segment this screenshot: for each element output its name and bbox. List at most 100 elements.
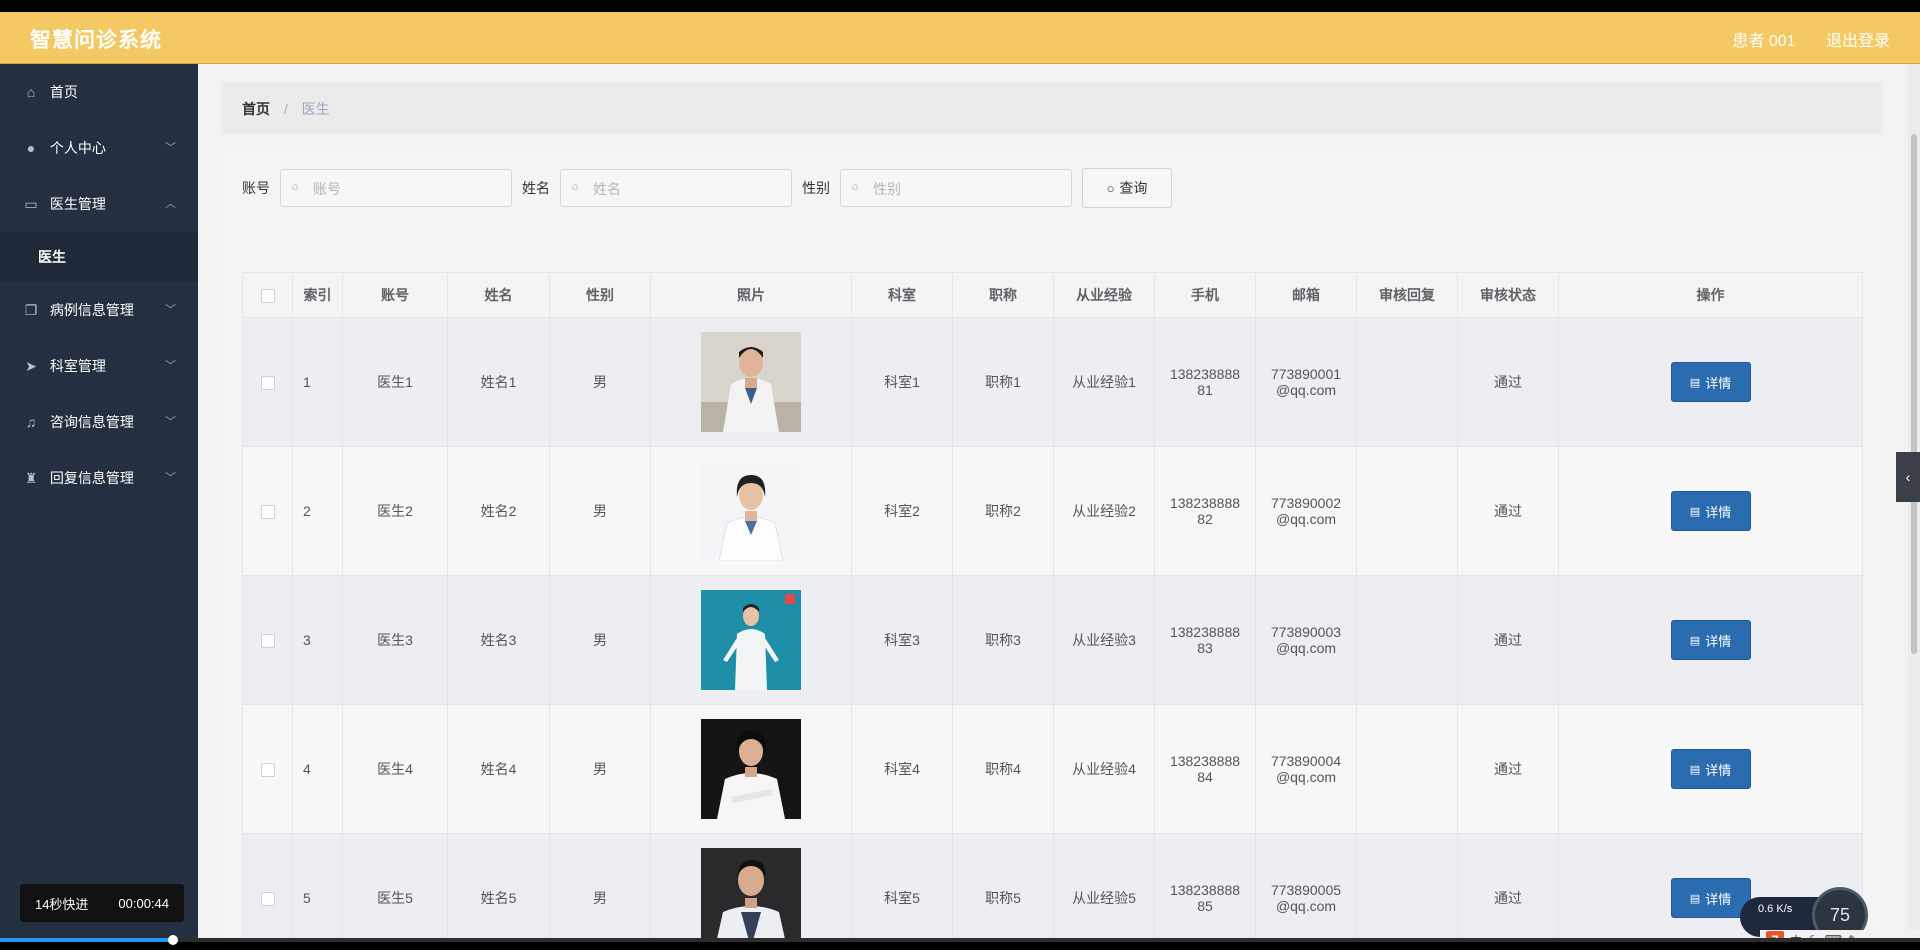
sidebar-item-label: 个人中心 [49, 140, 106, 156]
panel-toggle-button[interactable]: ‹ [1896, 452, 1920, 502]
select-all-checkbox[interactable] [260, 289, 275, 304]
select-all-header[interactable] [242, 272, 293, 318]
gender-input[interactable] [871, 170, 1065, 208]
account-field[interactable]: ○ [280, 169, 512, 208]
search-icon: ○ [1106, 180, 1115, 196]
doctor-photo [701, 719, 801, 819]
index-cell: 4 [292, 704, 343, 834]
sidebar-item-department[interactable]: ➤ 科室管理 ﹀ [0, 338, 198, 394]
search-icon: ○ [291, 179, 299, 194]
chevron-left-icon: ‹ [1905, 469, 1911, 485]
row-select-cell [242, 704, 293, 834]
email-line: 773890005 [1270, 882, 1342, 898]
detail-button[interactable]: ▤ 详情 [1670, 491, 1751, 531]
breadcrumb-bar: 首页 / 医生 [222, 82, 1882, 134]
row-checkbox[interactable] [260, 892, 275, 907]
sidebar-item-personal-center[interactable]: ● 个人中心 ﹀ [0, 120, 198, 176]
account-cell: 医生3 [342, 575, 448, 705]
column-header: 从业经验 [1053, 272, 1155, 318]
row-select-cell [242, 575, 293, 705]
detail-button[interactable]: ▤ 详情 [1670, 362, 1751, 402]
review-reply-cell [1356, 446, 1458, 576]
detail-button[interactable]: ▤ 详情 [1670, 878, 1751, 918]
column-header: 性别 [549, 272, 651, 318]
chevron-down-icon: ﹀ [165, 142, 176, 154]
email-line: @qq.com [1275, 769, 1337, 785]
name-cell: 姓名1 [447, 317, 550, 447]
review-reply-cell [1356, 704, 1458, 834]
content-panel: 账号 ○ 姓名 ○ 性别 ○ ○ 查询 [222, 148, 1882, 938]
video-progress-bar[interactable] [0, 935, 1920, 945]
search-form: 账号 ○ 姓名 ○ 性别 ○ ○ 查询 [242, 168, 1172, 208]
row-checkbox[interactable] [260, 505, 275, 520]
sidebar-item-doctor-management[interactable]: ▭ 医生管理 ︿ [0, 176, 198, 232]
row-checkbox[interactable] [260, 634, 275, 649]
chevron-down-icon: ﹀ [165, 416, 176, 428]
column-header: 手机 [1154, 272, 1256, 318]
action-cell: ▤ 详情 [1558, 704, 1863, 834]
email-cell: 773890005 @qq.com [1255, 833, 1357, 938]
current-user[interactable]: 患者 001 [1732, 33, 1795, 50]
name-field[interactable]: ○ [560, 169, 792, 208]
sidebar-subitem-doctor[interactable]: 医生 [0, 232, 198, 282]
sidebar-item-reply[interactable]: ♜ 回复信息管理 ﹀ [0, 450, 198, 506]
phone-cell: 138238888 85 [1154, 833, 1256, 938]
detail-button-label: 详情 [1705, 375, 1732, 391]
photo-cell [650, 575, 852, 705]
gender-cell: 男 [549, 833, 651, 938]
gender-cell: 男 [549, 575, 651, 705]
phone-line: 84 [1197, 769, 1213, 785]
main-content: 首页 / 医生 账号 ○ 姓名 ○ 性别 ○ [222, 64, 1882, 938]
doctor-photo [701, 848, 801, 938]
video-speed-badge: 14秒快进 00:00:44 [20, 884, 184, 922]
email-cell: 773890003 @qq.com [1255, 575, 1357, 705]
review-reply-cell [1356, 317, 1458, 447]
breadcrumb-home[interactable]: 首页 [242, 101, 270, 117]
name-cell: 姓名3 [447, 575, 550, 705]
email-line: @qq.com [1275, 511, 1337, 527]
network-speed-unit: K/s [1776, 903, 1793, 915]
sidebar-item-case-info[interactable]: ❐ 病例信息管理 ﹀ [0, 282, 198, 338]
title-cell: 职称4 [952, 704, 1054, 834]
row-checkbox[interactable] [260, 376, 275, 391]
email-line: 773890003 [1270, 624, 1342, 640]
gender-field[interactable]: ○ [840, 169, 1072, 208]
department-cell: 科室5 [851, 833, 953, 938]
review-reply-cell [1356, 575, 1458, 705]
chevron-down-icon: ﹀ [165, 304, 176, 316]
title-cell: 职称2 [952, 446, 1054, 576]
sidebar-item-label: 病例信息管理 [49, 302, 134, 318]
logout-link[interactable]: 退出登录 [1826, 33, 1890, 50]
video-progress-knob[interactable] [167, 935, 178, 945]
phone-cell: 138238888 83 [1154, 575, 1256, 705]
column-header: 账号 [342, 272, 448, 318]
doctor-photo [701, 332, 801, 432]
sidebar-item-consultation[interactable]: ♫ 咨询信息管理 ﹀ [0, 394, 198, 450]
name-cell: 姓名2 [447, 446, 550, 576]
name-input[interactable] [591, 170, 785, 208]
column-header: 审核状态 [1457, 272, 1559, 318]
review-status-cell: 通过 [1457, 446, 1559, 576]
document-icon: ▤ [1689, 763, 1701, 776]
account-input[interactable] [311, 170, 505, 208]
doctor-photo [701, 590, 801, 690]
account-label: 账号 [242, 180, 270, 196]
email-cell: 773890001 @qq.com [1255, 317, 1357, 447]
phone-cell: 138238888 82 [1154, 446, 1256, 576]
query-button[interactable]: ○ 查询 [1082, 168, 1172, 208]
chevron-down-icon: ﹀ [165, 472, 176, 484]
detail-button[interactable]: ▤ 详情 [1670, 749, 1751, 789]
photo-cell [650, 704, 852, 834]
sidebar-item-home[interactable]: ⌂ 首页 [0, 64, 198, 120]
table-row: 3 医生3 姓名3 男 科室3 职称3 从业经验3 138238888 83 7… [242, 575, 1863, 705]
input-method-icon[interactable]: Z [1766, 931, 1784, 938]
detail-button-label: 详情 [1705, 762, 1732, 778]
bell-off-icon: ♫ [25, 414, 37, 430]
title-cell: 职称5 [952, 833, 1054, 938]
row-checkbox[interactable] [260, 763, 275, 778]
scrollbar-thumb[interactable] [1911, 134, 1917, 654]
phone-line: 82 [1197, 511, 1213, 527]
index-cell: 2 [292, 446, 343, 576]
email-cell: 773890002 @qq.com [1255, 446, 1357, 576]
detail-button[interactable]: ▤ 详情 [1670, 620, 1751, 660]
